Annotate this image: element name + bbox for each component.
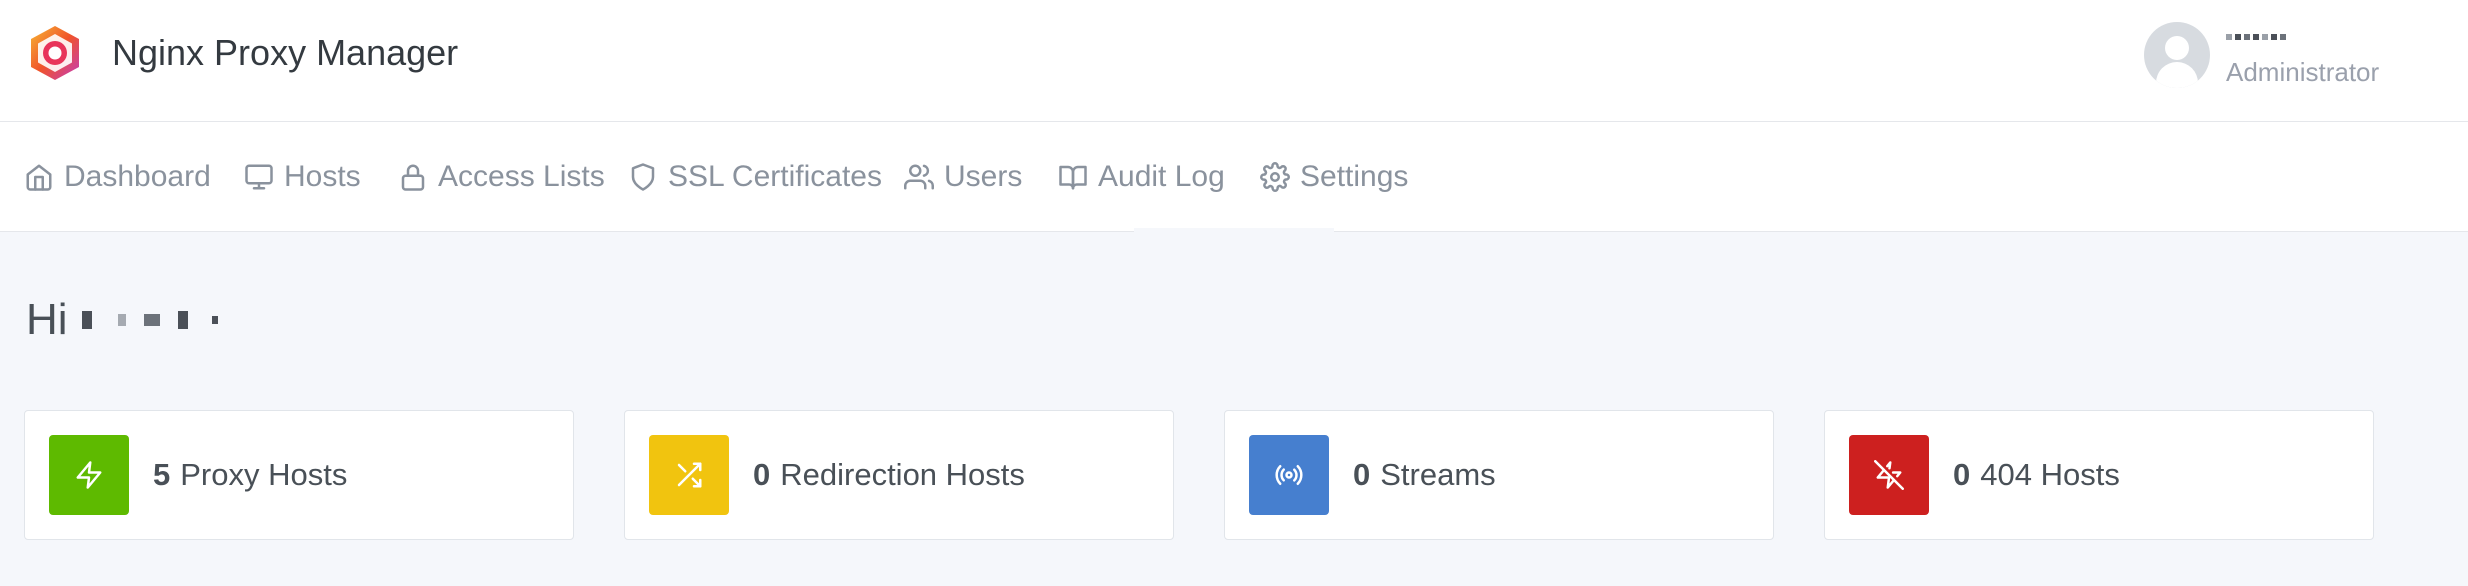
- nav-label: Settings: [1300, 160, 1409, 193]
- user-menu[interactable]: Administrator: [2144, 18, 2379, 92]
- stat-card-proxy-hosts[interactable]: 5 Proxy Hosts: [24, 410, 574, 540]
- app-title: Nginx Proxy Manager: [112, 32, 459, 73]
- user-name-redacted: [81, 311, 218, 329]
- users-icon: [904, 164, 934, 190]
- greeting-prefix: Hi: [26, 295, 68, 344]
- card-count: 0: [753, 457, 771, 492]
- nav-label: Access Lists: [438, 160, 605, 193]
- stat-card-streams[interactable]: 0 Streams: [1224, 410, 1774, 540]
- card-icon-box: [1849, 435, 1929, 515]
- card-icon-box: [1249, 435, 1329, 515]
- card-label: 404 Hosts: [1980, 457, 2120, 492]
- nav-dashboard[interactable]: Dashboard: [24, 150, 211, 204]
- gear-icon: [1260, 162, 1290, 192]
- greeting: Hi: [26, 290, 218, 350]
- nav-label: Hosts: [284, 160, 361, 193]
- brand[interactable]: Nginx Proxy Manager: [26, 22, 458, 84]
- nav-label: Dashboard: [64, 160, 211, 193]
- card-icon-box: [49, 435, 129, 515]
- nav-ssl-certificates[interactable]: SSL Certificates: [628, 150, 882, 204]
- nav-settings[interactable]: Settings: [1260, 150, 1408, 204]
- shield-icon: [631, 163, 655, 191]
- logo-icon: [31, 26, 79, 80]
- nav-label: Users: [944, 160, 1023, 193]
- nav-hosts[interactable]: Hosts: [244, 150, 361, 204]
- card-icon-box: [649, 435, 729, 515]
- top-header: Nginx Proxy Manager Administrator: [0, 0, 2468, 122]
- card-count: 0: [1353, 457, 1371, 492]
- home-icon: [26, 164, 52, 191]
- card-label: Redirection Hosts: [780, 457, 1025, 492]
- stat-card-404-hosts[interactable]: 0 404 Hosts: [1824, 410, 2374, 540]
- nav-users[interactable]: Users: [904, 150, 1022, 204]
- zap-icon: [76, 461, 102, 489]
- radio-icon: [1275, 465, 1303, 485]
- user-name-redacted: [2226, 23, 2379, 51]
- book-icon: [1059, 165, 1087, 190]
- card-count: 5: [153, 457, 171, 492]
- zap-off-icon: [1874, 460, 1904, 490]
- card-count: 0: [1953, 457, 1971, 492]
- avatar[interactable]: [2144, 22, 2210, 88]
- active-tab-indicator: [1134, 228, 1334, 232]
- lock-icon: [401, 164, 425, 191]
- main-nav: Dashboard Hosts Access Lists SSL Certifi…: [0, 122, 2468, 232]
- monitor-icon: [245, 164, 273, 190]
- nav-label: Audit Log: [1098, 160, 1225, 193]
- user-role: Administrator: [2226, 56, 2380, 87]
- nav-access-lists[interactable]: Access Lists: [398, 150, 605, 204]
- card-label: Streams: [1380, 457, 1496, 492]
- nav-audit-log[interactable]: Audit Log: [1058, 150, 1225, 204]
- card-label: Proxy Hosts: [180, 457, 348, 492]
- stat-card-redirection-hosts[interactable]: 0 Redirection Hosts: [624, 410, 1174, 540]
- nav-label: SSL Certificates: [668, 160, 882, 193]
- shuffle-icon: [677, 462, 702, 488]
